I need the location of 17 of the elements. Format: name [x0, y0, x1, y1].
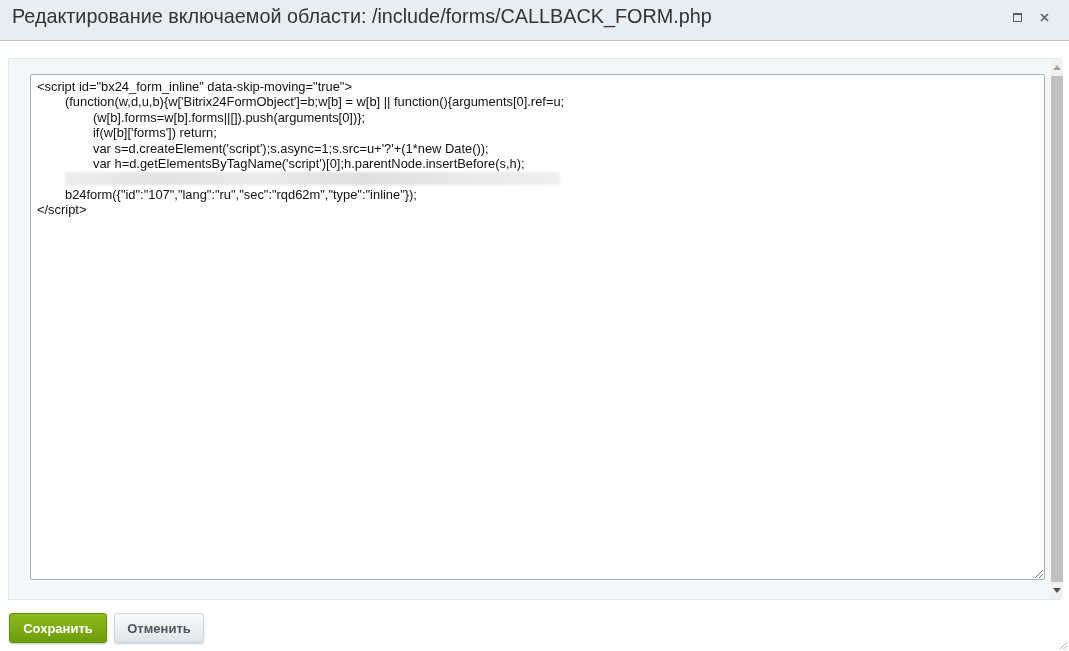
code-line: </script>	[37, 202, 87, 218]
code-line: var h=d.getElementsByTagName('script')[0];h.parentNode.insertBefore(s,h);	[93, 156, 525, 172]
close-icon[interactable]	[1040, 12, 1049, 22]
scroll-down-arrow-icon[interactable]	[1053, 588, 1061, 593]
code-line: <script id="bx24_form_inline" data-skip-moving="true">	[37, 79, 352, 95]
code-line: var s=d.createElement('script');s.async=1;s.src=u+'?'+(1*new Date());	[93, 140, 489, 157]
cancel-button[interactable]: Отменить	[114, 613, 204, 643]
resize-grip-icon[interactable]	[1035, 570, 1043, 578]
resize-grip-icon[interactable]	[1060, 642, 1067, 649]
code-line: b24form({"id":"107","lang":"ru","sec":"rqd62m","type":"inline"});	[65, 186, 417, 203]
maximize-icon[interactable]	[1013, 12, 1022, 22]
code-editor[interactable]	[30, 74, 1045, 580]
code-line: (function(w,d,u,b){w['Bitrix24FormObject']=b;w[b] = w[b] || function(){arguments[0].ref=u;	[65, 94, 565, 110]
scroll-up-arrow-icon[interactable]	[1053, 65, 1061, 70]
window-title: Редактирование включаемой области: /include/forms/CALLBACK_FORM.php	[12, 4, 713, 28]
code-line: if(w[b]['forms']) return;	[93, 125, 217, 141]
code-line: (w[b].forms=w[b].forms||[]).push(arguments[0])};	[93, 109, 366, 126]
